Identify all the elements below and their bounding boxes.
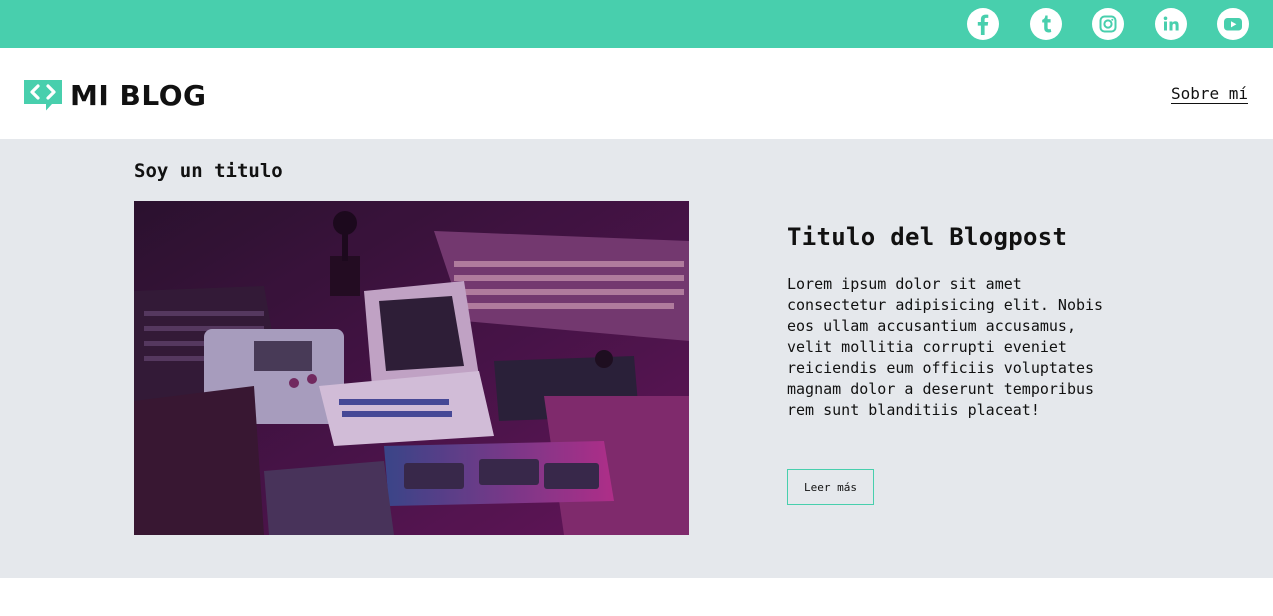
- site-header: MI BLOG Sobre mí: [0, 48, 1273, 139]
- post-body: Lorem ipsum dolor sit amet consectetur a…: [787, 275, 1104, 419]
- youtube-icon[interactable]: [1217, 8, 1249, 40]
- featured-section: Soy un titulo Titulo del Blogpost Lorem …: [0, 139, 1273, 578]
- read-more-button[interactable]: Leer más: [787, 469, 874, 505]
- logo[interactable]: MI BLOG: [24, 80, 207, 111]
- tumblr-icon[interactable]: [1030, 8, 1062, 40]
- instagram-icon[interactable]: [1092, 8, 1124, 40]
- code-bubble-icon: [24, 80, 62, 111]
- top-bar: [0, 0, 1273, 48]
- post-image: [134, 201, 689, 535]
- logo-text: MI BLOG: [70, 78, 207, 112]
- section-title: Soy un titulo: [134, 160, 283, 182]
- facebook-icon[interactable]: [967, 8, 999, 40]
- nav-link-about[interactable]: Sobre mí: [1170, 85, 1248, 104]
- linkedin-icon[interactable]: [1155, 8, 1187, 40]
- post-title: Titulo del Blogpost: [787, 223, 1068, 251]
